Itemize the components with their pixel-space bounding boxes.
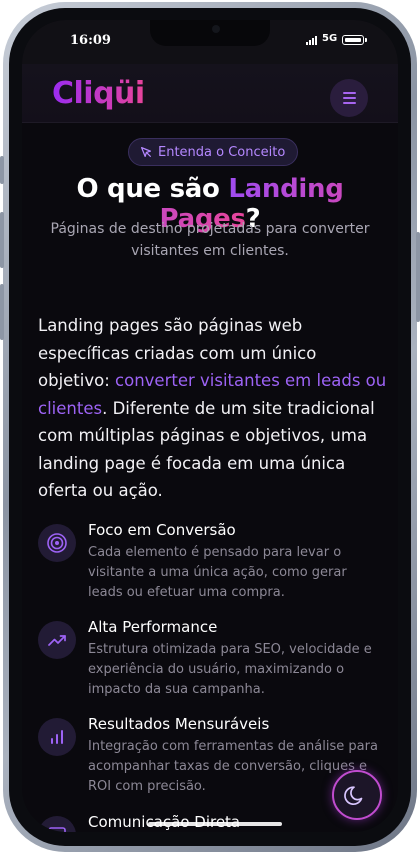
home-indicator — [148, 822, 282, 826]
theme-toggle-button[interactable] — [332, 770, 382, 820]
menu-icon — [343, 92, 356, 94]
pill-label: Entenda o Conceito — [158, 144, 286, 160]
notch — [150, 20, 270, 46]
network-label: 5G — [322, 33, 338, 44]
screen: 16:09 5G Cliqüi Entenda o Conceito O que… — [22, 20, 398, 832]
menu-button[interactable] — [330, 79, 368, 117]
site-header: Cliqüi — [22, 64, 398, 123]
feature-title: Resultados Mensuráveis — [88, 715, 270, 733]
concept-pill[interactable]: Entenda o Conceito — [128, 138, 299, 166]
page-subtitle: Páginas de destino projetadas para conve… — [50, 221, 370, 259]
status-bar: 16:09 5G — [22, 20, 398, 64]
volume-up-button — [0, 212, 4, 268]
signal-icon — [306, 36, 320, 45]
trending-up-icon — [38, 621, 76, 659]
logo[interactable]: Cliqüi — [52, 76, 145, 111]
battery-tip — [365, 38, 367, 42]
battery-icon — [342, 35, 364, 45]
cursor-click-icon — [141, 147, 151, 157]
target-icon — [38, 524, 76, 562]
feature-description: Estrutura otimizada para SEO, velocidade… — [88, 642, 372, 697]
title-prefix: O que são — [76, 174, 229, 204]
status-time: 16:09 — [70, 33, 111, 48]
mute-switch — [0, 156, 4, 184]
volume-down-button — [0, 284, 4, 340]
feature-title: Foco em Conversão — [88, 521, 236, 539]
feature-title: Alta Performance — [88, 618, 218, 636]
intro-paragraph: Landing pages são páginas web específica… — [38, 312, 388, 505]
power-button — [416, 232, 420, 322]
message-icon — [38, 816, 76, 832]
moon-icon — [344, 786, 363, 805]
bar-chart-icon — [38, 718, 76, 756]
feature-description: Cada elemento é pensado para levar o vis… — [88, 545, 347, 600]
camera — [212, 25, 220, 33]
